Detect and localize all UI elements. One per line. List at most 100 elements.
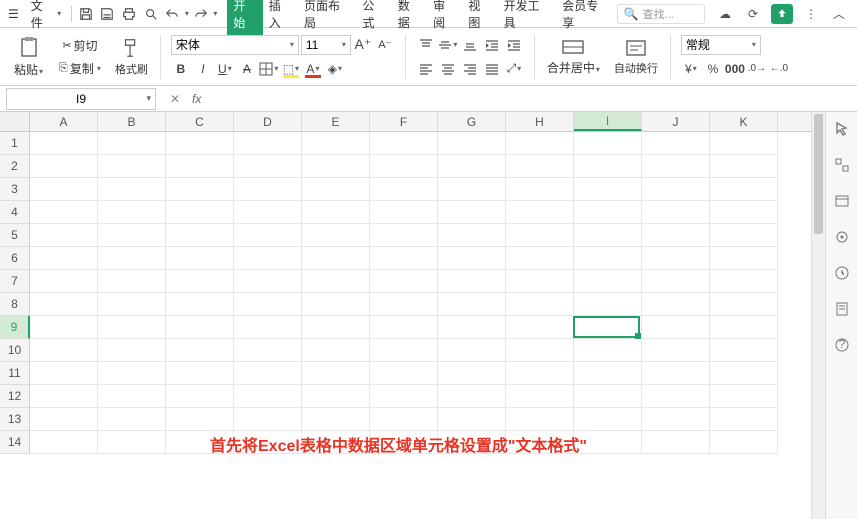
- cell[interactable]: [370, 247, 438, 270]
- cell[interactable]: [166, 270, 234, 293]
- cell[interactable]: [438, 293, 506, 316]
- cell[interactable]: [234, 408, 302, 431]
- formula-input[interactable]: [209, 89, 857, 109]
- cell[interactable]: [438, 362, 506, 385]
- cell[interactable]: [98, 385, 166, 408]
- cell[interactable]: [642, 316, 710, 339]
- cell[interactable]: [370, 178, 438, 201]
- help-icon[interactable]: ?: [833, 336, 851, 354]
- cell[interactable]: [98, 316, 166, 339]
- align-left-icon[interactable]: [416, 59, 436, 79]
- cell[interactable]: [642, 408, 710, 431]
- cell[interactable]: [642, 431, 710, 454]
- cell[interactable]: [166, 316, 234, 339]
- cell[interactable]: [166, 132, 234, 155]
- cell[interactable]: [302, 270, 370, 293]
- cell[interactable]: [710, 178, 778, 201]
- properties-icon[interactable]: [833, 192, 851, 210]
- cell[interactable]: [166, 385, 234, 408]
- cell[interactable]: [642, 270, 710, 293]
- cell[interactable]: [574, 293, 642, 316]
- tab-developer[interactable]: 开发工具: [498, 0, 557, 35]
- align-middle-icon[interactable]: ▾: [438, 35, 458, 55]
- cell[interactable]: [98, 224, 166, 247]
- cell[interactable]: [234, 132, 302, 155]
- collapse-ribbon-icon[interactable]: ︿: [829, 4, 849, 24]
- cell[interactable]: [302, 132, 370, 155]
- cell[interactable]: [234, 339, 302, 362]
- tab-member[interactable]: 会员专享: [556, 0, 615, 35]
- cloud-icon[interactable]: ☁: [715, 4, 735, 24]
- cell[interactable]: [574, 224, 642, 247]
- cell[interactable]: [642, 224, 710, 247]
- col-header[interactable]: D: [234, 112, 302, 131]
- cell[interactable]: [370, 201, 438, 224]
- cell[interactable]: [574, 339, 642, 362]
- cell[interactable]: [30, 316, 98, 339]
- file-menu[interactable]: 文件▾: [25, 0, 67, 33]
- cell[interactable]: [302, 224, 370, 247]
- cell[interactable]: [506, 178, 574, 201]
- decrease-indent-icon[interactable]: [482, 35, 502, 55]
- name-box-input[interactable]: [31, 92, 131, 106]
- row-header[interactable]: 2: [0, 155, 30, 178]
- merge-center-button[interactable]: 合并居中▾: [543, 35, 604, 78]
- select-all-corner[interactable]: [0, 112, 30, 131]
- cell[interactable]: [506, 362, 574, 385]
- backup-icon[interactable]: [833, 264, 851, 282]
- cell[interactable]: [370, 270, 438, 293]
- cell[interactable]: [370, 339, 438, 362]
- format-painter-button[interactable]: 格式刷: [111, 35, 152, 79]
- cell[interactable]: [710, 316, 778, 339]
- italic-button[interactable]: I: [193, 59, 213, 79]
- cell[interactable]: [710, 431, 778, 454]
- template-icon[interactable]: [833, 300, 851, 318]
- align-center-icon[interactable]: [438, 59, 458, 79]
- cell[interactable]: [506, 155, 574, 178]
- share-button[interactable]: [771, 4, 793, 24]
- col-header[interactable]: K: [710, 112, 778, 131]
- cell[interactable]: [506, 293, 574, 316]
- col-header[interactable]: B: [98, 112, 166, 131]
- cell[interactable]: [166, 155, 234, 178]
- cell[interactable]: [370, 316, 438, 339]
- border-button[interactable]: ▾: [259, 59, 279, 79]
- cell[interactable]: [30, 224, 98, 247]
- cell[interactable]: [166, 224, 234, 247]
- cell[interactable]: [642, 178, 710, 201]
- cell[interactable]: [370, 385, 438, 408]
- col-header[interactable]: I: [574, 112, 642, 131]
- col-header[interactable]: J: [642, 112, 710, 131]
- cell[interactable]: [438, 431, 506, 454]
- row-header[interactable]: 12: [0, 385, 30, 408]
- row-header[interactable]: 8: [0, 293, 30, 316]
- tab-data[interactable]: 数据: [392, 0, 427, 35]
- undo-icon[interactable]: [162, 4, 182, 24]
- align-top-icon[interactable]: [416, 35, 436, 55]
- app-menu-icon[interactable]: ☰: [4, 5, 23, 23]
- cell[interactable]: [302, 178, 370, 201]
- percent-icon[interactable]: %: [703, 59, 723, 79]
- col-header[interactable]: H: [506, 112, 574, 131]
- name-box[interactable]: ▾: [6, 88, 156, 110]
- cell[interactable]: [234, 270, 302, 293]
- cell[interactable]: [370, 408, 438, 431]
- font-color-button[interactable]: A▾: [303, 59, 323, 79]
- print-icon[interactable]: [119, 4, 139, 24]
- cell[interactable]: [438, 224, 506, 247]
- cursor-icon[interactable]: [833, 120, 851, 138]
- cell[interactable]: [302, 385, 370, 408]
- increase-indent-icon[interactable]: [504, 35, 524, 55]
- cell[interactable]: [506, 431, 574, 454]
- cell[interactable]: [506, 247, 574, 270]
- comma-icon[interactable]: 000: [725, 59, 745, 79]
- cell[interactable]: [370, 132, 438, 155]
- strike-button[interactable]: A: [237, 59, 257, 79]
- cell[interactable]: [506, 270, 574, 293]
- save-as-icon[interactable]: [98, 4, 118, 24]
- cell[interactable]: [710, 247, 778, 270]
- cell[interactable]: [642, 293, 710, 316]
- cell[interactable]: [642, 339, 710, 362]
- cell[interactable]: [710, 224, 778, 247]
- cell[interactable]: [166, 339, 234, 362]
